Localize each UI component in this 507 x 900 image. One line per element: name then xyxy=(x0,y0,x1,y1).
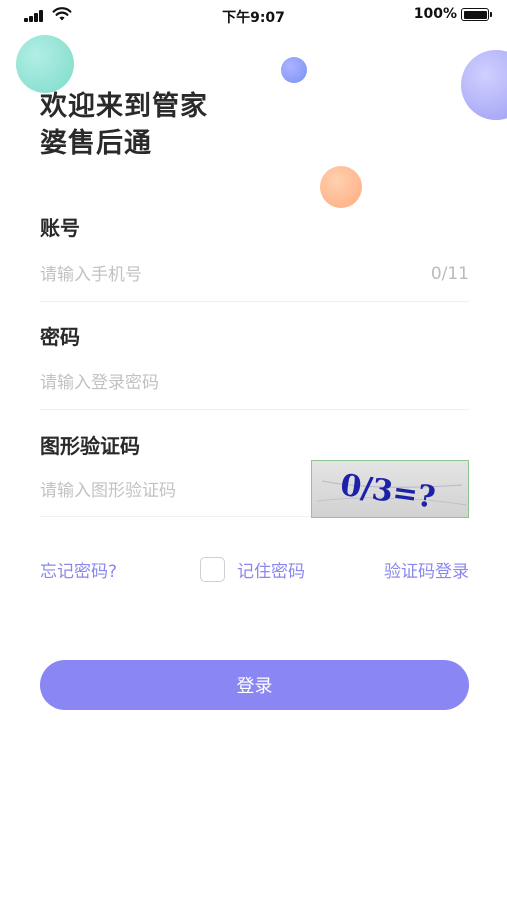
decor-circle-orange xyxy=(320,166,362,208)
decor-circle-purple xyxy=(461,50,507,120)
remember-label: 记住密码 xyxy=(237,562,305,582)
captcha-label: 图形验证码 xyxy=(40,434,140,458)
captcha-image[interactable]: 0/3=? xyxy=(311,460,469,518)
phone-counter: 0/11 xyxy=(430,264,469,284)
captcha-input[interactable] xyxy=(40,476,300,506)
account-label: 账号 xyxy=(40,216,80,240)
decor-circle-blue xyxy=(281,57,307,83)
phone-input[interactable] xyxy=(40,260,300,290)
login-options: 忘记密码? 记住密码 验证码登录 xyxy=(0,557,507,587)
page-title: 欢迎来到管家 婆售后通 xyxy=(40,88,208,162)
remember-checkbox[interactable] xyxy=(200,557,225,582)
title-line-1: 欢迎来到管家 xyxy=(40,91,208,122)
remember-password-toggle[interactable]: 记住密码 xyxy=(200,557,305,582)
battery-fill xyxy=(463,10,487,19)
login-button[interactable]: 登录 xyxy=(40,660,469,710)
account-row: 0/11 xyxy=(40,260,469,302)
captcha-text: 0/3=? xyxy=(338,468,437,516)
password-row xyxy=(40,368,469,410)
captcha-graphic: 0/3=? xyxy=(316,468,468,516)
password-input[interactable] xyxy=(40,368,300,398)
decor-circle-teal xyxy=(16,35,74,93)
battery-percent: 100% xyxy=(413,6,457,22)
forgot-password-link[interactable]: 忘记密码? xyxy=(40,557,117,582)
password-label: 密码 xyxy=(40,325,80,349)
status-bar: 下午9:07 100% xyxy=(0,0,507,30)
battery-icon xyxy=(461,8,492,21)
code-login-link[interactable]: 验证码登录 xyxy=(384,557,469,582)
title-line-2: 婆售后通 xyxy=(40,128,152,159)
